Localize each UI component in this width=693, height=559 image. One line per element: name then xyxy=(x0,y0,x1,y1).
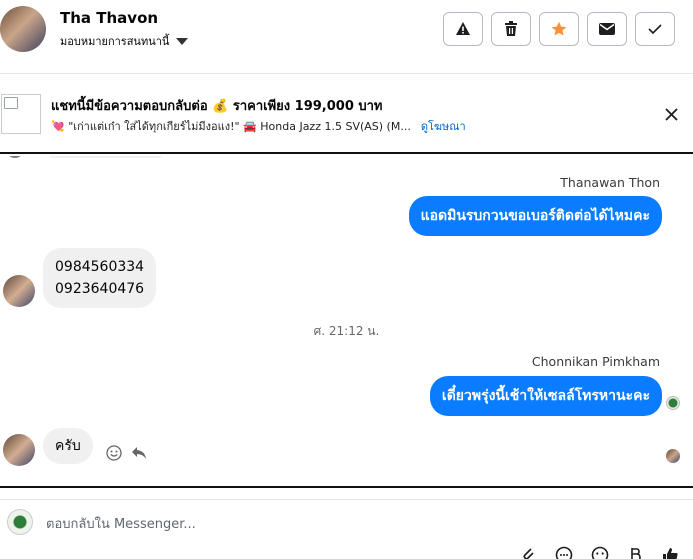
like-button[interactable] xyxy=(660,546,680,559)
avatar[interactable] xyxy=(3,434,35,466)
saved-replies-button[interactable] xyxy=(554,546,574,559)
contact-name[interactable]: Tha Thavon xyxy=(60,9,158,27)
sender-name: Chonnikan Pimkham xyxy=(531,354,660,369)
message-line: 0984560334 xyxy=(55,259,145,275)
message-bubble-incoming[interactable]: ครับ xyxy=(43,428,93,464)
close-ad-button[interactable] xyxy=(661,104,681,124)
check-icon xyxy=(648,24,662,35)
payment-button[interactable] xyxy=(625,546,645,559)
close-icon xyxy=(664,107,678,121)
paperclip-icon xyxy=(523,548,534,559)
ad-banner: แชทนี้มีข้อความตอบกลับต่อ 💰 ราคาเพียง 19… xyxy=(0,84,693,154)
reply-icon xyxy=(132,447,146,459)
divider xyxy=(0,486,693,488)
contact-avatar[interactable] xyxy=(0,6,46,52)
warning-icon xyxy=(456,22,470,35)
report-spam-button[interactable] xyxy=(443,12,483,46)
message-timestamp: ศ. 21:12 น. xyxy=(313,324,380,338)
mark-done-button[interactable] xyxy=(635,12,675,46)
emoji-button[interactable] xyxy=(590,546,610,559)
view-ad-link[interactable]: ดูโฆษณา xyxy=(421,117,466,135)
assign-conversation-label: มอบหมายการสนทนานี้ xyxy=(60,35,170,48)
ad-thumbnail[interactable] xyxy=(1,94,41,134)
avatar[interactable] xyxy=(3,275,35,307)
smiley-icon xyxy=(591,546,609,559)
mark-unread-button[interactable] xyxy=(587,12,627,46)
star-icon xyxy=(551,21,567,36)
message-thread[interactable]: Thanawan Thon แอดมินรบกวนขอเบอร์ติดต่อได… xyxy=(0,156,693,486)
thumbs-up-icon xyxy=(663,548,678,559)
react-button[interactable] xyxy=(104,443,124,463)
assign-conversation-dropdown[interactable]: มอบหมายการสนทนานี้ xyxy=(60,32,189,50)
composer xyxy=(0,499,693,559)
attach-button[interactable] xyxy=(518,546,538,559)
message-bubble-outgoing[interactable]: เดี๋ยวพรุ่งนี้เช้าให้เซลล์โทรหานะคะ xyxy=(429,376,662,416)
smiley-icon xyxy=(106,445,122,461)
seen-indicator-icon xyxy=(666,396,680,410)
baht-icon xyxy=(631,548,641,559)
reply-input[interactable] xyxy=(46,514,606,534)
sender-name: Thanawan Thon xyxy=(560,175,660,190)
trash-icon xyxy=(505,21,517,36)
ad-subtitle: 💘 "เก่าแต่เก๋า ใส่ได้ทุกเกียร์ไม่มีงอแง!… xyxy=(51,120,411,133)
broken-image-icon xyxy=(4,97,18,109)
delete-button[interactable] xyxy=(491,12,531,46)
ad-subtitle-row: 💘 "เก่าแต่เก๋า ใส่ได้ทุกเกียร์ไม่มีงอแง!… xyxy=(51,117,466,135)
message-bubble-outgoing[interactable]: แอดมินรบกวนขอเบอร์ติดต่อได้ไหมคะ xyxy=(408,196,662,236)
seen-avatar xyxy=(666,449,680,463)
ad-title: แชทนี้มีข้อความตอบกลับต่อ 💰 ราคาเพียง 19… xyxy=(51,99,383,114)
mail-icon xyxy=(599,23,615,35)
chat-bubble-icon xyxy=(555,546,573,559)
star-button[interactable] xyxy=(539,12,579,46)
reply-button[interactable] xyxy=(129,443,149,463)
avatar xyxy=(6,156,24,158)
chevron-down-icon xyxy=(176,37,189,45)
page-avatar xyxy=(7,509,33,535)
message-bubble-incoming[interactable]: 0984560334 0923640476 xyxy=(43,248,157,308)
conversation-header: Tha Thavon มอบหมายการสนทนานี้ xyxy=(0,0,693,74)
message-bubble-clipped xyxy=(48,156,164,158)
message-line: 0923640476 xyxy=(55,281,145,297)
